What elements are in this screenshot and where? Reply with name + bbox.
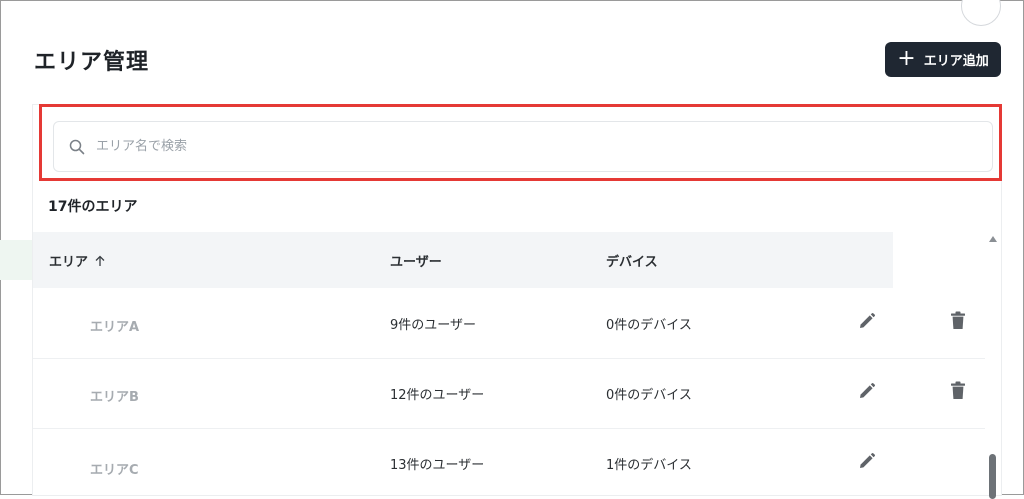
trash-icon[interactable]	[950, 381, 966, 404]
search-highlight-box	[39, 104, 1002, 181]
column-label-area: エリア	[49, 255, 89, 270]
pencil-icon[interactable]	[858, 382, 876, 404]
plus-icon: +	[897, 45, 916, 71]
table-header: エリア ユーザー デバイス	[33, 232, 893, 288]
sidebar-edge	[0, 240, 33, 280]
area-name: エリアB	[90, 390, 139, 405]
device-count: 0件のデバイス	[606, 318, 692, 333]
user-count: 13件のユーザー	[390, 458, 485, 473]
result-count: 17件のエリア	[48, 199, 138, 215]
table-row[interactable]: エリアC 13件のユーザー 1件のデバイス	[33, 428, 985, 498]
vertical-scrollbar[interactable]	[986, 232, 1000, 499]
pencil-icon[interactable]	[858, 312, 876, 334]
add-area-button-label: エリア追加	[923, 54, 989, 69]
column-header-devices: デバイス	[606, 251, 658, 270]
add-area-button[interactable]: + エリア追加	[885, 42, 1001, 77]
area-name: エリアA	[90, 320, 140, 335]
column-header-users: ユーザー	[390, 251, 442, 270]
device-count: 0件のデバイス	[606, 388, 692, 403]
table-row[interactable]: エリアB 12件のユーザー 0件のデバイス	[33, 358, 985, 429]
area-name: エリアC	[90, 463, 139, 478]
pencil-icon[interactable]	[858, 452, 876, 474]
arrow-up-icon	[95, 255, 105, 266]
trash-icon[interactable]	[950, 311, 966, 334]
scrollbar-thumb[interactable]	[989, 454, 996, 499]
column-header-area[interactable]: エリア	[49, 251, 106, 270]
table-row[interactable]: エリアA 9件のユーザー 0件のデバイス	[33, 288, 985, 359]
column-label-devices: デバイス	[606, 255, 658, 270]
column-label-users: ユーザー	[390, 255, 442, 270]
device-count: 1件のデバイス	[606, 458, 692, 473]
user-count: 9件のユーザー	[390, 318, 477, 333]
user-count: 12件のユーザー	[390, 388, 485, 403]
page-title: エリア管理	[34, 50, 150, 75]
scroll-up-arrow-icon[interactable]	[989, 236, 997, 242]
